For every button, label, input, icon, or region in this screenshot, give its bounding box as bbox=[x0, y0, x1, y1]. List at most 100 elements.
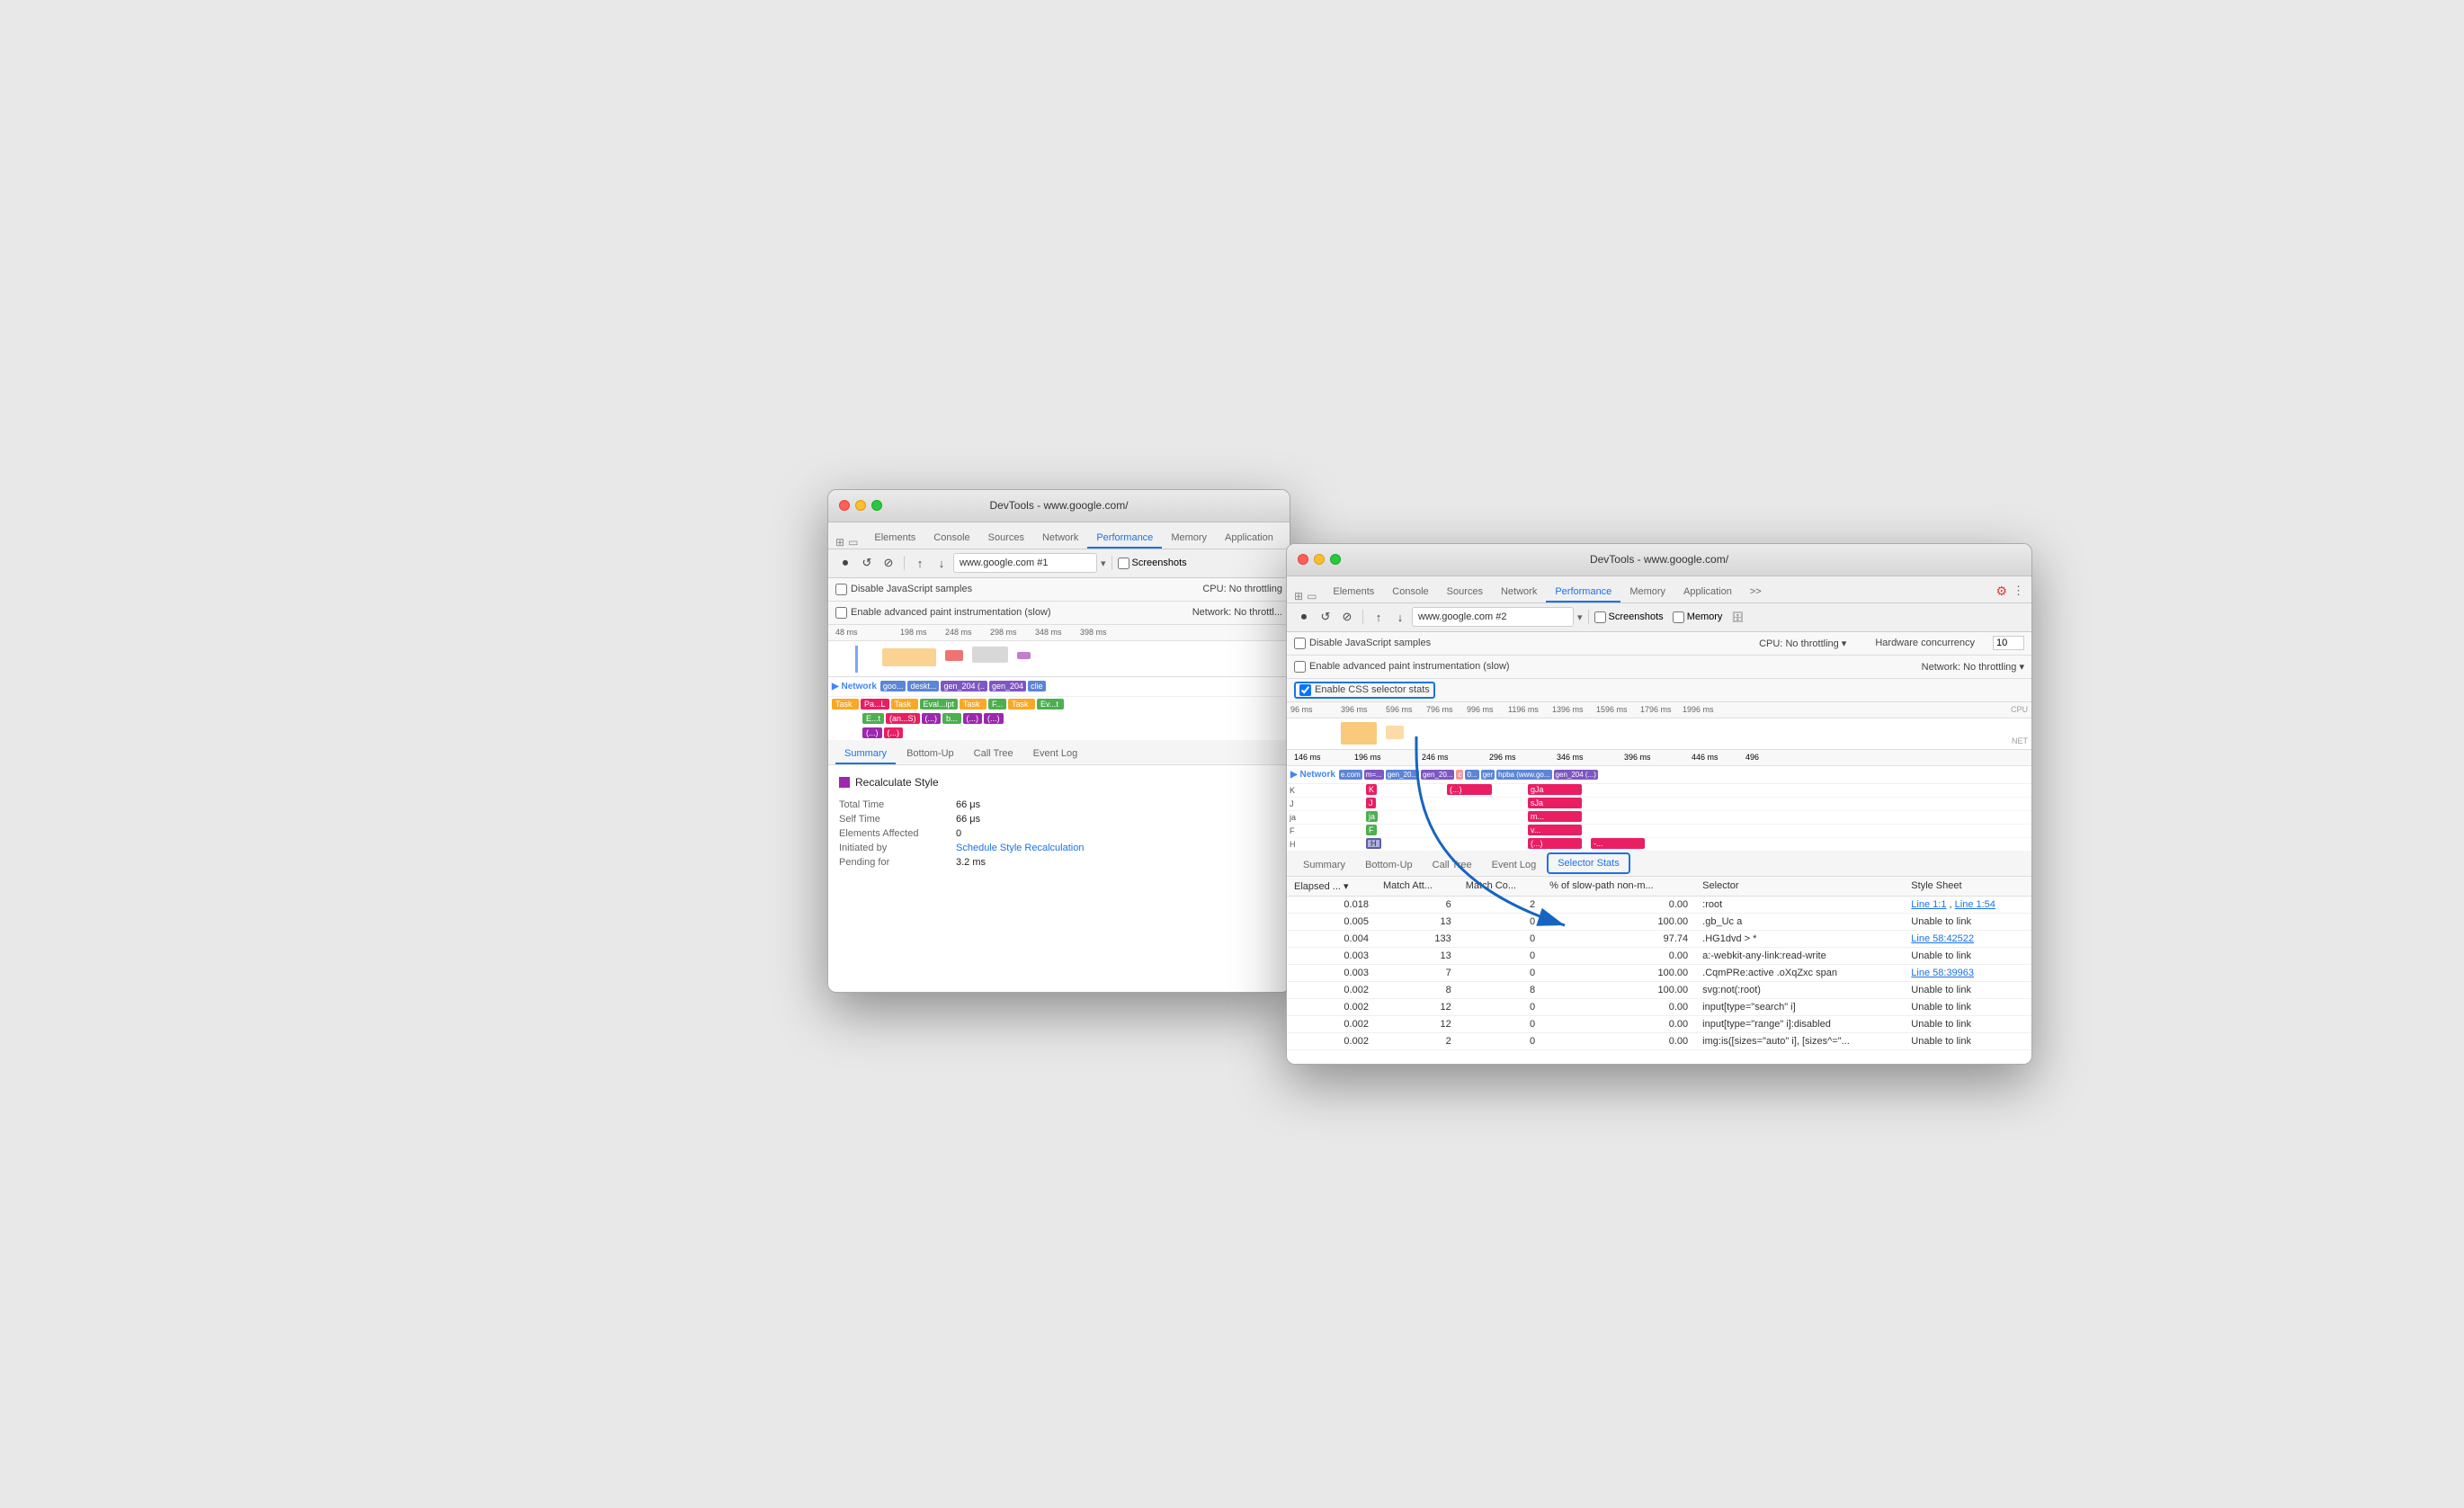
inspect-icon-2[interactable]: ⊞ bbox=[1294, 590, 1303, 602]
download-button-2[interactable]: ↓ bbox=[1390, 607, 1410, 627]
style-sheet-link-1a[interactable]: Line 1:1 bbox=[1911, 899, 1946, 910]
tab-application-1[interactable]: Application bbox=[1216, 529, 1282, 549]
minimize-button-2[interactable] bbox=[1314, 554, 1325, 565]
total-time-value: 66 μs bbox=[956, 799, 980, 810]
record-button-2[interactable]: ⏺ bbox=[1294, 607, 1314, 627]
style-sheet-link-5[interactable]: Line 58:39963 bbox=[1911, 968, 1974, 978]
network-expand-1[interactable]: ▶ Network bbox=[832, 682, 877, 692]
f-flame-block: F bbox=[1366, 825, 1377, 835]
col-match-att[interactable]: Match Att... bbox=[1376, 877, 1459, 897]
tab-memory-2[interactable]: Memory bbox=[1620, 583, 1674, 602]
cell-selector-3: .HG1dvd > * bbox=[1695, 930, 1904, 947]
more-icon-2[interactable]: ⋮ bbox=[2013, 584, 2024, 598]
net2-block-9: gen_204 (...) bbox=[1554, 770, 1598, 780]
tab-console-1[interactable]: Console bbox=[924, 529, 978, 549]
cpu-label-1: CPU: No throttling bbox=[1202, 584, 1282, 594]
url-dropdown-2[interactable]: ▾ bbox=[1577, 611, 1583, 623]
css-selector-stats-container: Enable CSS selector stats bbox=[1294, 682, 1435, 699]
col-match-co[interactable]: Match Co... bbox=[1459, 877, 1542, 897]
timeline-ruler-1: 48 ms 198 ms 248 ms 298 ms 348 ms 398 ms bbox=[828, 625, 1290, 641]
disable-js-checkbox-2[interactable] bbox=[1294, 638, 1306, 649]
adv-paint-label-2[interactable]: Enable advanced paint instrumentation (s… bbox=[1294, 661, 1510, 673]
tab-performance-2[interactable]: Performance bbox=[1546, 583, 1620, 602]
reload-button-2[interactable]: ↺ bbox=[1316, 607, 1335, 627]
adv-paint-label-1[interactable]: Enable advanced paint instrumentation (s… bbox=[835, 607, 1051, 619]
cell-slow-path-5: 100.00 bbox=[1542, 964, 1695, 981]
summary-tab-1[interactable]: Summary bbox=[835, 745, 896, 764]
tab-elements-2[interactable]: Elements bbox=[1324, 583, 1383, 602]
screenshots-checkbox-2[interactable] bbox=[1594, 611, 1606, 623]
close-button-1[interactable] bbox=[839, 500, 850, 511]
network-label-1: Network: No throttl... bbox=[1192, 607, 1282, 618]
cell-match-co-4: 0 bbox=[1459, 947, 1542, 964]
elements-affected-value: 0 bbox=[956, 828, 961, 839]
tab-network-1[interactable]: Network bbox=[1033, 529, 1087, 549]
css-selector-stats-checkbox[interactable] bbox=[1299, 684, 1311, 696]
minimize-button-1[interactable] bbox=[855, 500, 866, 511]
eventlog-tab-1[interactable]: Event Log bbox=[1024, 745, 1087, 764]
task-block-4: Task bbox=[1008, 699, 1035, 709]
device-icon[interactable]: ▭ bbox=[848, 536, 858, 549]
elements-affected-label: Elements Affected bbox=[839, 828, 956, 839]
calltree-tab-1[interactable]: Call Tree bbox=[965, 745, 1022, 764]
paren-block-3: (...) bbox=[984, 713, 1004, 724]
clear-button-2[interactable]: ⊘ bbox=[1337, 607, 1357, 627]
summary-tab-2[interactable]: Summary bbox=[1294, 856, 1354, 876]
paren-block-1: (...) bbox=[922, 713, 942, 724]
cell-style-sheet-5: Line 58:39963 bbox=[1904, 964, 2031, 981]
clear-button-1[interactable]: ⊘ bbox=[879, 553, 898, 573]
adv-paint-checkbox-2[interactable] bbox=[1294, 661, 1306, 673]
calltree-tab-2[interactable]: Call Tree bbox=[1424, 856, 1481, 876]
disable-js-label-2[interactable]: Disable JavaScript samples bbox=[1294, 638, 1431, 649]
flame-label-h: H bbox=[1287, 840, 1303, 849]
bottomup-tab-1[interactable]: Bottom-Up bbox=[897, 745, 963, 764]
settings-icon-2[interactable]: ⚙ bbox=[1995, 584, 2007, 599]
cell-match-att-9: 2 bbox=[1376, 1032, 1459, 1049]
record-button-1[interactable]: ⏺ bbox=[835, 553, 855, 573]
tab-network-2[interactable]: Network bbox=[1492, 583, 1546, 602]
url-dropdown-1[interactable]: ▾ bbox=[1101, 558, 1106, 569]
schedule-style-link[interactable]: Schedule Style Recalculation bbox=[956, 843, 1084, 853]
url-input-1[interactable] bbox=[953, 553, 1097, 573]
disable-js-checkbox-1[interactable] bbox=[835, 584, 847, 595]
table-row: 0.002 12 0 0.00 input[type="search" i] U… bbox=[1287, 998, 2031, 1015]
upload-button-1[interactable]: ↑ bbox=[910, 553, 930, 573]
inspect-icon[interactable]: ⊞ bbox=[835, 536, 844, 549]
maximize-button-2[interactable] bbox=[1330, 554, 1341, 565]
col-selector[interactable]: Selector bbox=[1695, 877, 1904, 897]
tab-application-2[interactable]: Application bbox=[1674, 583, 1741, 602]
url-input-2[interactable] bbox=[1412, 607, 1574, 627]
hw-concurrency-input[interactable] bbox=[1993, 636, 2024, 650]
tab-elements-1[interactable]: Elements bbox=[865, 529, 924, 549]
col-slow-path[interactable]: % of slow-path non-m... bbox=[1542, 877, 1695, 897]
detail-tick-1: 146 ms bbox=[1294, 753, 1321, 762]
network-expand-2[interactable]: ▶ Network bbox=[1290, 770, 1335, 780]
device-icon-2[interactable]: ▭ bbox=[1307, 590, 1317, 602]
h-selected-block[interactable]: H bbox=[1366, 838, 1381, 849]
eventlog-tab-2[interactable]: Event Log bbox=[1483, 856, 1546, 876]
disable-js-label-1[interactable]: Disable JavaScript samples bbox=[835, 584, 972, 595]
selectorstats-tab-2[interactable]: Selector Stats bbox=[1547, 852, 1629, 874]
col-style-sheet[interactable]: Style Sheet bbox=[1904, 877, 2031, 897]
memory-checkbox-2[interactable] bbox=[1673, 611, 1684, 623]
tab-performance-1[interactable]: Performance bbox=[1087, 529, 1162, 549]
tab-console-2[interactable]: Console bbox=[1383, 583, 1437, 602]
screenshots-checkbox-1[interactable] bbox=[1118, 558, 1129, 569]
close-button-2[interactable] bbox=[1298, 554, 1308, 565]
download-button-1[interactable]: ↓ bbox=[932, 553, 951, 573]
tab-memory-1[interactable]: Memory bbox=[1162, 529, 1216, 549]
detail-tick-6: 396 ms bbox=[1624, 753, 1651, 762]
style-sheet-link-1b[interactable]: Line 1:54 bbox=[1955, 899, 1995, 910]
pending-for-value: 3.2 ms bbox=[956, 857, 986, 868]
bottomup-tab-2[interactable]: Bottom-Up bbox=[1356, 856, 1422, 876]
upload-button-2[interactable]: ↑ bbox=[1369, 607, 1388, 627]
col-elapsed[interactable]: Elapsed ... ▾ bbox=[1287, 877, 1376, 897]
maximize-button-1[interactable] bbox=[871, 500, 882, 511]
tab-sources-2[interactable]: Sources bbox=[1438, 583, 1492, 602]
tab-sources-1[interactable]: Sources bbox=[979, 529, 1033, 549]
reload-button-1[interactable]: ↺ bbox=[857, 553, 877, 573]
style-sheet-link-3[interactable]: Line 58:42522 bbox=[1911, 933, 1974, 944]
tab-more-2[interactable]: >> bbox=[1741, 583, 1771, 602]
adv-paint-checkbox-1[interactable] bbox=[835, 607, 847, 619]
cell-match-co-1: 2 bbox=[1459, 896, 1542, 913]
